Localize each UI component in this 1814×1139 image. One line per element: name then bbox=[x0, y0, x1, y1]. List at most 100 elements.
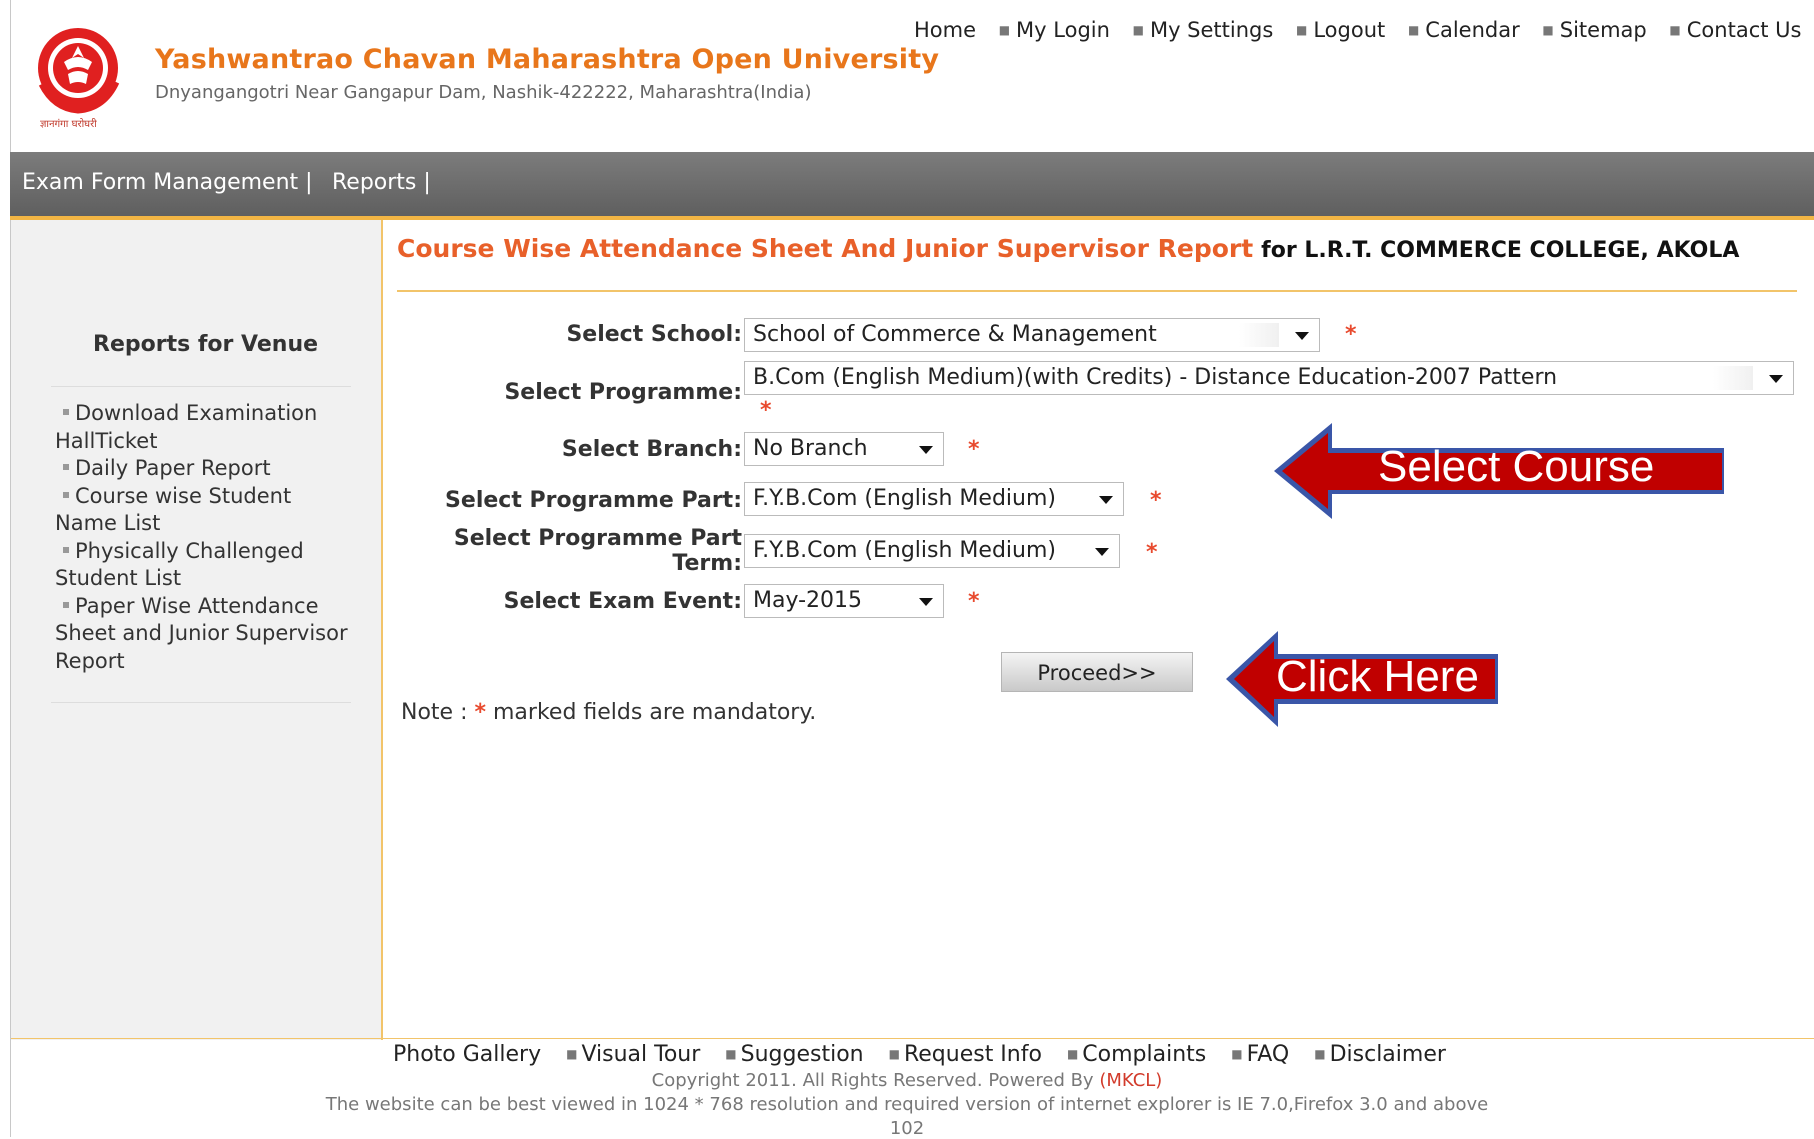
visitor-counter: 102 bbox=[889, 1118, 925, 1139]
dropdown-arrow-icon bbox=[1095, 548, 1109, 556]
term-label-line1: Select Programme Part bbox=[453, 526, 742, 551]
note-asterisk: * bbox=[474, 700, 486, 725]
exam-event-label: Select Exam Event: bbox=[503, 589, 742, 614]
term-label-line2: Term: bbox=[672, 551, 742, 576]
select-shade bbox=[1239, 323, 1279, 347]
sidebar-divider bbox=[51, 386, 351, 387]
programme-part-term-label: Select Programme Part Term: bbox=[400, 526, 742, 576]
programme-part-term-select[interactable]: F.Y.B.Com (English Medium) bbox=[744, 534, 1120, 568]
copyright-text: Copyright 2011. All Rights Reserved. Pow… bbox=[651, 1070, 1094, 1091]
callout-click-here: Click Here bbox=[1222, 628, 1502, 730]
university-address: Dnyangangotri Near Gangapur Dam, Nashik-… bbox=[155, 82, 812, 103]
required-asterisk: * bbox=[1146, 540, 1158, 565]
menu-exam-form-management[interactable]: Exam Form Management | bbox=[22, 170, 313, 195]
page-title: Course Wise Attendance Sheet And Junior … bbox=[397, 234, 1739, 263]
nav-bullet-icon: ■ bbox=[998, 23, 1011, 37]
top-navigation: Home ■ My Login ■ My Settings ■ Logout ■ Cal… bbox=[914, 18, 1801, 42]
programme-select-value: B.Com (English Medium)(with Credits) - D… bbox=[753, 365, 1558, 390]
sidebar-item-daily-paper-report[interactable]: Daily Paper Report bbox=[55, 455, 355, 483]
sidebar-item-download-hallticket[interactable]: Download Examination HallTicket bbox=[55, 400, 355, 455]
footer-bullet-icon: ■ bbox=[1066, 1047, 1079, 1061]
dropdown-arrow-icon bbox=[919, 446, 933, 454]
bullet-icon bbox=[63, 546, 69, 553]
nav-my-settings[interactable]: My Settings bbox=[1150, 18, 1273, 42]
school-select[interactable]: School of Commerce & Management bbox=[744, 318, 1320, 352]
nav-calendar[interactable]: Calendar bbox=[1425, 18, 1519, 42]
footer-bullet-icon: ■ bbox=[1231, 1047, 1243, 1061]
sidebar-title: Reports for Venue bbox=[93, 332, 319, 357]
sidebar-item-label: Physically Challenged Student List bbox=[55, 538, 304, 591]
sidebar-list: Download Examination HallTicket Daily Pa… bbox=[55, 400, 355, 675]
branch-select[interactable]: No Branch bbox=[744, 432, 944, 466]
footer-visual-tour[interactable]: Visual Tour bbox=[581, 1042, 700, 1067]
note-text: marked fields are mandatory. bbox=[493, 700, 817, 725]
sidebar-item-label: Daily Paper Report bbox=[75, 456, 271, 480]
university-logo[interactable]: ज्ञानगंगा घरोघरी bbox=[34, 24, 126, 132]
nav-sitemap[interactable]: Sitemap bbox=[1560, 18, 1647, 42]
mandatory-note: Note : * marked fields are mandatory. bbox=[401, 700, 816, 725]
sidebar: Reports for Venue Download Examination H… bbox=[11, 220, 383, 1040]
footer-bullet-icon: ■ bbox=[1314, 1047, 1326, 1061]
footer-faq[interactable]: FAQ bbox=[1247, 1042, 1290, 1067]
bullet-icon bbox=[63, 491, 69, 498]
required-asterisk: * bbox=[760, 398, 772, 423]
page-title-college: for L.R.T. COMMERCE COLLEGE, AKOLA bbox=[1261, 238, 1740, 263]
bullet-icon bbox=[63, 601, 69, 608]
exam-event-select[interactable]: May-2015 bbox=[744, 584, 944, 618]
dropdown-arrow-icon bbox=[1099, 496, 1113, 504]
nav-bullet-icon: ■ bbox=[1669, 23, 1681, 37]
dropdown-arrow-icon bbox=[1769, 375, 1783, 383]
nav-contact-us[interactable]: Contact Us bbox=[1687, 18, 1802, 42]
dropdown-arrow-icon bbox=[1295, 332, 1309, 340]
title-divider bbox=[397, 290, 1797, 292]
branch-select-value: No Branch bbox=[753, 436, 868, 461]
programme-part-term-select-value: F.Y.B.Com (English Medium) bbox=[753, 538, 1056, 563]
nav-logout[interactable]: Logout bbox=[1313, 18, 1385, 42]
required-asterisk: * bbox=[1150, 488, 1162, 513]
nav-home[interactable]: Home bbox=[914, 18, 976, 42]
callout-click-here-text: Click Here bbox=[1276, 652, 1479, 701]
footer-photo-gallery[interactable]: Photo Gallery bbox=[393, 1042, 541, 1067]
note-prefix: Note : bbox=[401, 700, 468, 725]
resolution-note: The website can be best viewed in 1024 *… bbox=[325, 1094, 1489, 1115]
school-select-value: School of Commerce & Management bbox=[753, 322, 1157, 347]
proceed-button[interactable]: Proceed>> bbox=[1001, 652, 1193, 692]
exam-event-select-value: May-2015 bbox=[753, 588, 863, 613]
branch-label: Select Branch: bbox=[561, 437, 742, 462]
sidebar-item-label: Paper Wise Attendance Sheet and Junior S… bbox=[55, 593, 348, 673]
bullet-icon bbox=[63, 409, 69, 415]
footer-disclaimer[interactable]: Disclaimer bbox=[1330, 1042, 1446, 1067]
nav-bullet-icon: ■ bbox=[1132, 23, 1144, 37]
main-menubar: Exam Form Management | Reports | bbox=[10, 152, 1814, 220]
programme-part-select[interactable]: F.Y.B.Com (English Medium) bbox=[744, 482, 1124, 516]
dropdown-arrow-icon bbox=[919, 598, 933, 606]
programme-select[interactable]: B.Com (English Medium)(with Credits) - D… bbox=[744, 361, 1794, 395]
required-asterisk: * bbox=[1345, 322, 1357, 347]
programme-part-select-value: F.Y.B.Com (English Medium) bbox=[753, 486, 1056, 511]
copyright-line: Copyright 2011. All Rights Reserved. Pow… bbox=[0, 1070, 1814, 1091]
callout-select-course-text: Select Course bbox=[1378, 442, 1655, 491]
select-shade bbox=[1713, 366, 1753, 390]
sidebar-item-paper-wise-attendance[interactable]: Paper Wise Attendance Sheet and Junior S… bbox=[55, 593, 355, 676]
sidebar-item-course-wise-student-list[interactable]: Course wise Student Name List bbox=[55, 483, 355, 538]
footer-divider bbox=[11, 1038, 1814, 1039]
menu-reports[interactable]: Reports | bbox=[332, 170, 431, 195]
required-asterisk: * bbox=[968, 589, 980, 614]
programme-label: Select Programme: bbox=[504, 380, 742, 405]
school-label: Select School: bbox=[566, 322, 742, 347]
nav-my-login[interactable]: My Login bbox=[1016, 18, 1110, 42]
mkcl-link[interactable]: (MKCL) bbox=[1099, 1070, 1162, 1091]
footer-complaints[interactable]: Complaints bbox=[1082, 1042, 1206, 1067]
programme-part-label: Select Programme Part: bbox=[445, 488, 742, 513]
footer-bullet-icon: ■ bbox=[888, 1047, 900, 1061]
sidebar-item-physically-challenged-list[interactable]: Physically Challenged Student List bbox=[55, 538, 355, 593]
footer-request-info[interactable]: Request Info bbox=[904, 1042, 1042, 1067]
bullet-icon bbox=[63, 464, 69, 470]
sidebar-divider bbox=[51, 702, 351, 703]
footer-bullet-icon: ■ bbox=[725, 1047, 737, 1061]
nav-bullet-icon: ■ bbox=[1542, 23, 1554, 37]
required-asterisk: * bbox=[968, 437, 980, 462]
sidebar-item-label: Course wise Student Name List bbox=[55, 483, 292, 536]
university-name[interactable]: Yashwantrao Chavan Maharashtra Open Univ… bbox=[155, 44, 939, 75]
footer-suggestion[interactable]: Suggestion bbox=[741, 1042, 864, 1067]
